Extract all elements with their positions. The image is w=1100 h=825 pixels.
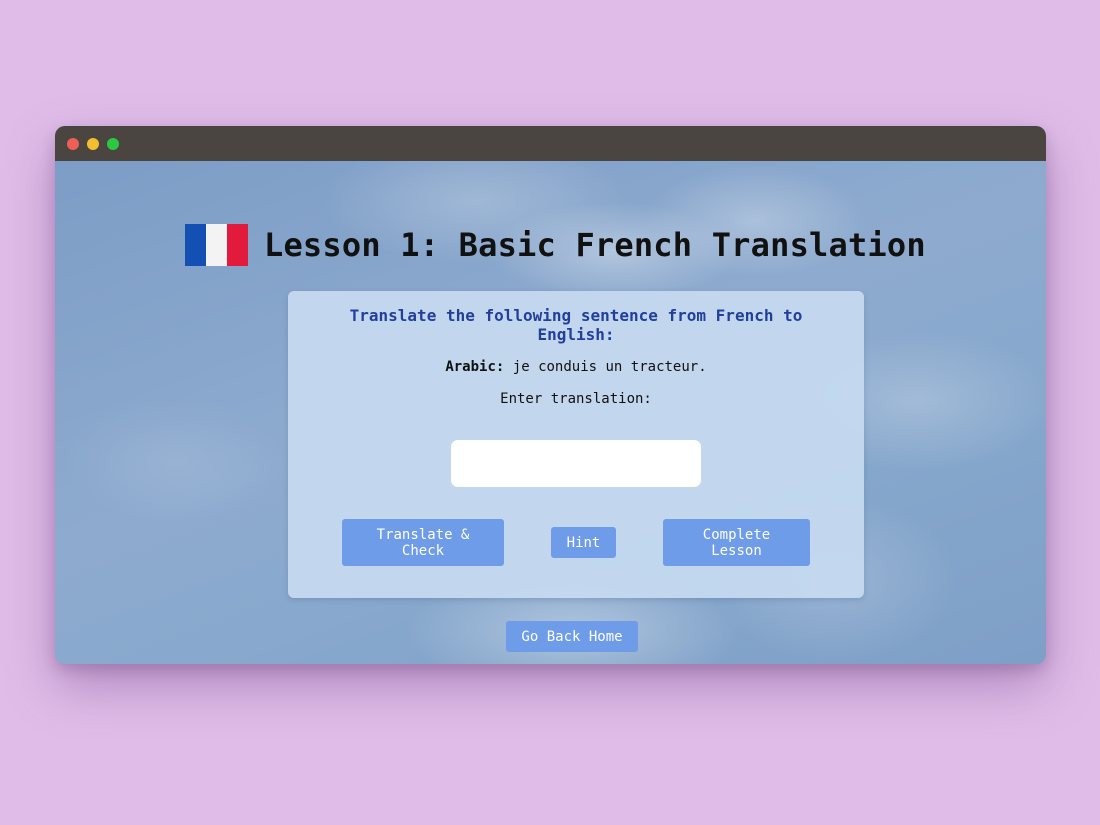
minimize-window-icon[interactable] bbox=[87, 138, 99, 150]
sentence-text: je conduis un tracteur. bbox=[512, 359, 707, 375]
hint-button[interactable]: Hint bbox=[551, 527, 616, 558]
instruction-text: Translate the following sentence from Fr… bbox=[349, 306, 803, 344]
source-sentence: Arabic: je conduis un tracteur. bbox=[288, 359, 864, 375]
browser-window: Lesson 1: Basic French Translation Trans… bbox=[55, 126, 1046, 664]
page-title: Lesson 1: Basic French Translation bbox=[264, 226, 926, 264]
enter-translation-label: Enter translation: bbox=[500, 391, 652, 407]
page-header: Lesson 1: Basic French Translation bbox=[185, 223, 926, 267]
lesson-page: Lesson 1: Basic French Translation Trans… bbox=[55, 161, 1046, 664]
window-titlebar bbox=[55, 126, 1046, 161]
go-back-home-button[interactable]: Go Back Home bbox=[506, 621, 638, 652]
translation-input[interactable] bbox=[451, 440, 701, 487]
france-flag-icon bbox=[185, 224, 248, 266]
translate-check-button[interactable]: Translate & Check bbox=[342, 519, 504, 566]
close-window-icon[interactable] bbox=[67, 138, 79, 150]
complete-lesson-button[interactable]: Complete Lesson bbox=[663, 519, 810, 566]
translation-card: Translate the following sentence from Fr… bbox=[288, 291, 864, 598]
sentence-language-label: Arabic: bbox=[445, 359, 505, 375]
maximize-window-icon[interactable] bbox=[107, 138, 119, 150]
